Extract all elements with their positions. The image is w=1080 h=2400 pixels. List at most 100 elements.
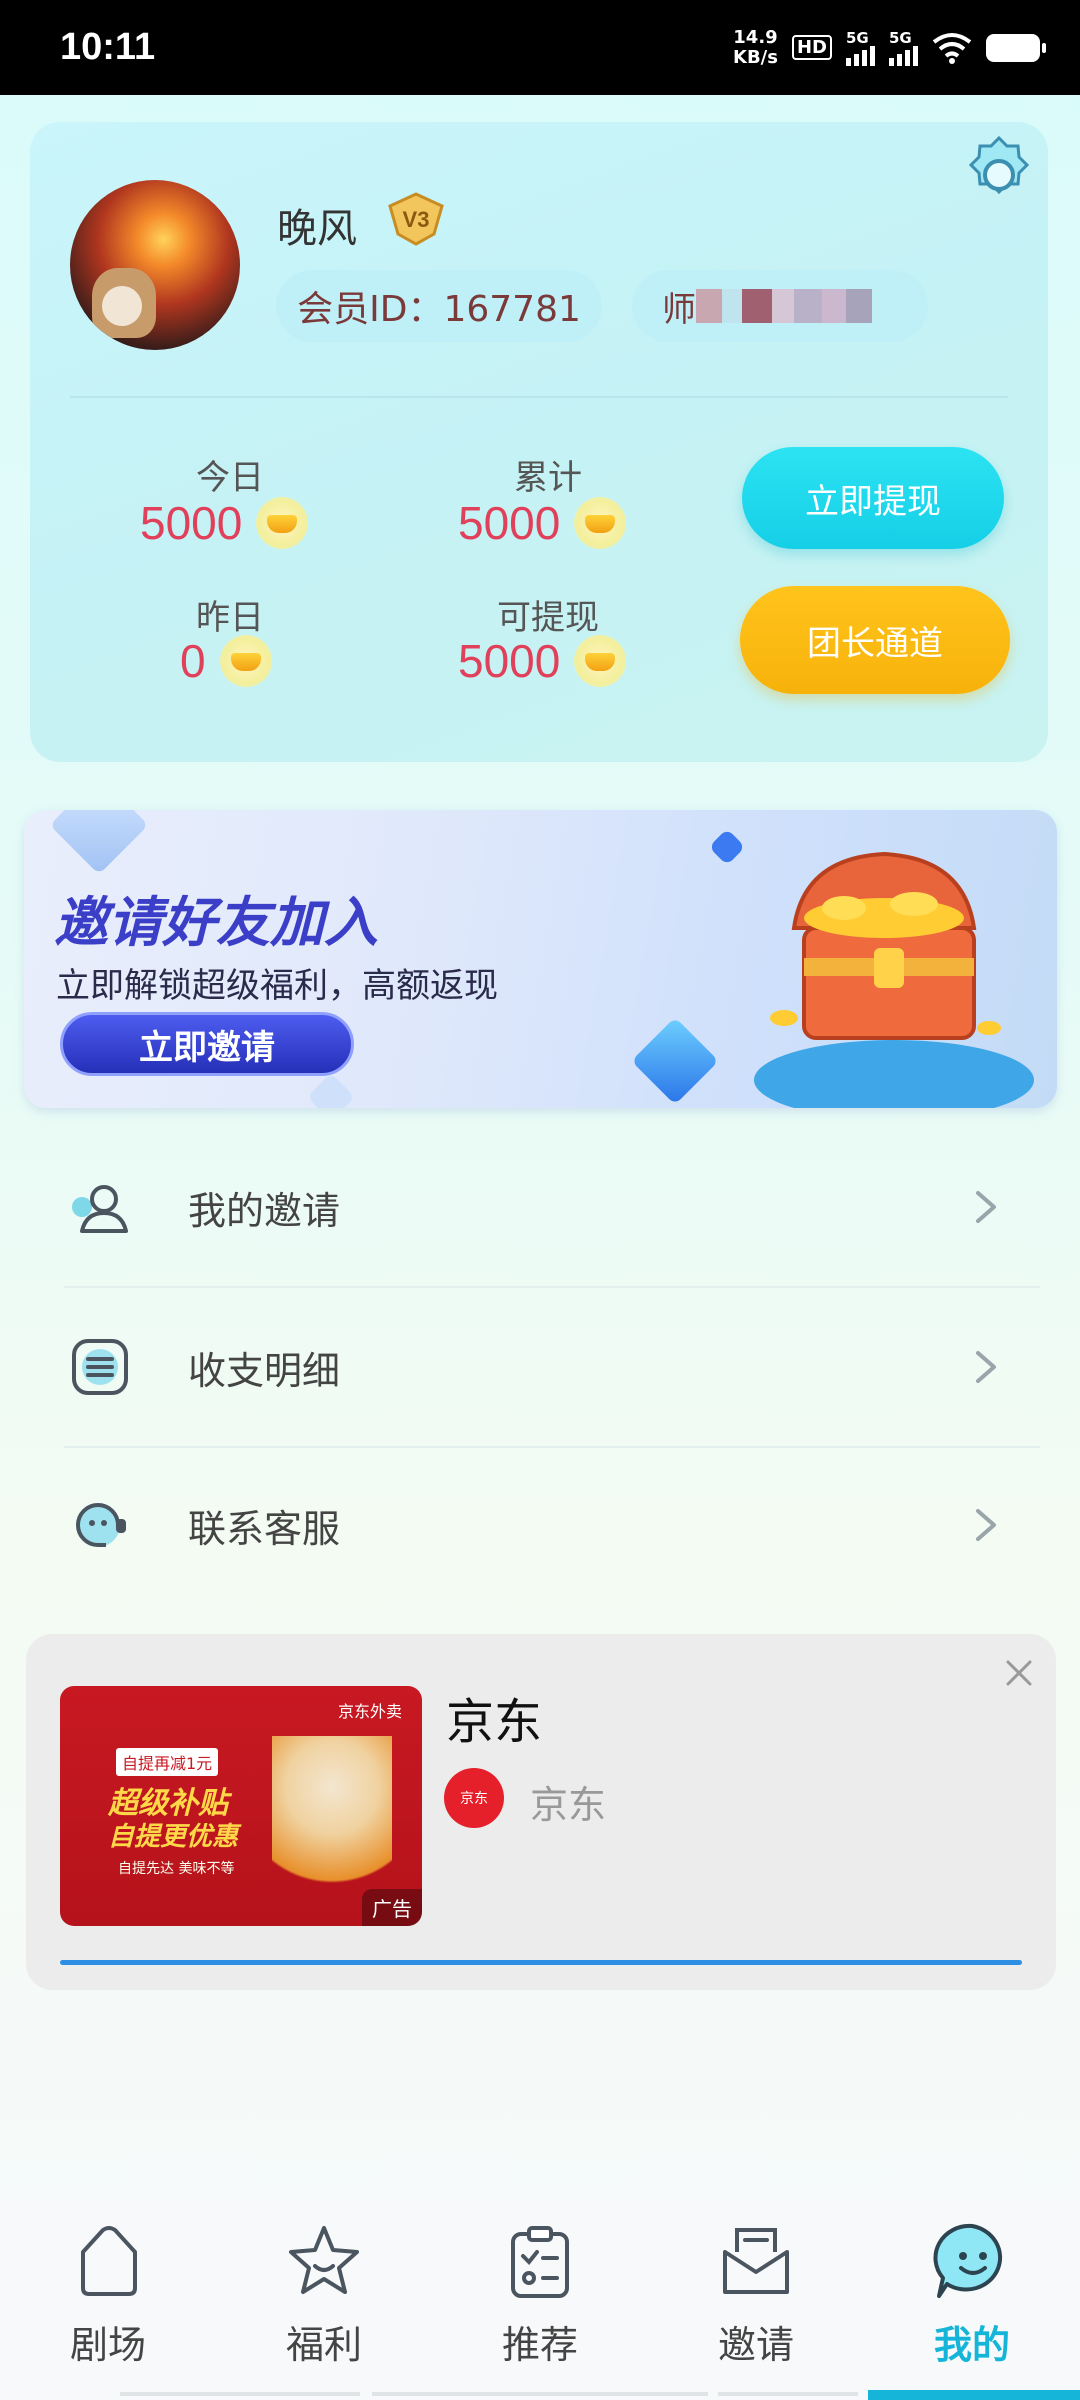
username: 晚风 — [277, 206, 357, 252]
blurred-block — [822, 289, 846, 323]
nav-label: 我的 — [933, 2323, 1010, 2367]
blurred-block — [772, 289, 794, 323]
sim2-label: 5G — [889, 28, 912, 47]
withdrawable-value-row: 5000 — [458, 634, 627, 688]
invite-now-button[interactable]: 立即邀请 — [60, 1012, 354, 1076]
nav-label: 福利 — [285, 2323, 362, 2367]
avatar[interactable] — [70, 180, 240, 350]
gold-ingot-icon — [574, 497, 627, 549]
decor-cube — [49, 810, 149, 875]
blurred-block — [794, 289, 822, 323]
decor-cube — [631, 1017, 719, 1105]
sim1-label: 5G — [846, 28, 869, 47]
decor-cube — [708, 828, 746, 866]
today-value-row: 5000 — [140, 496, 309, 550]
blurred-block — [722, 289, 742, 323]
nav-label: 推荐 — [501, 2323, 578, 2367]
today-value: 5000 — [140, 497, 243, 549]
decor-cube — [306, 1072, 356, 1108]
vip-level: V3 — [403, 207, 430, 232]
nav-tab-welfare[interactable]: 福利 — [216, 2198, 432, 2400]
gesture-bar — [120, 2390, 1080, 2400]
network-speed-value: 14.9 — [733, 26, 778, 48]
signal-icon: 5G — [846, 30, 875, 66]
blurred-block — [696, 289, 722, 323]
treasure-chest-icon — [770, 851, 1001, 1040]
mail-icon — [723, 2228, 789, 2294]
star-icon — [289, 2226, 359, 2294]
nav-tab-invite[interactable]: 邀请 — [648, 2198, 864, 2400]
nav-label: 邀请 — [717, 2323, 794, 2367]
total-value: 5000 — [458, 497, 561, 549]
blurred-block — [846, 289, 872, 323]
menu-item-income-expense[interactable]: 收支明细 — [24, 1288, 1056, 1446]
nav-tab-theater[interactable]: 剧场 — [0, 2198, 216, 2400]
withdrawable-label: 可提现 — [497, 598, 599, 638]
ad-image-headline2: 自提更优惠 — [108, 1822, 239, 1852]
invite-banner-subtitle: 立即解锁超级福利，高额返现 — [56, 966, 498, 1006]
close-icon[interactable] — [1002, 1656, 1036, 1690]
bottom-nav: 剧场 福利 推荐 邀请 我的 — [0, 2198, 1080, 2400]
profile-card: 晚风 V3 会员ID：167781 师 今日 5000 累计 5000 昨日 0… — [30, 122, 1048, 762]
vip-badge-icon: V3 — [388, 192, 444, 246]
member-id-pill: 会员ID：167781 — [276, 270, 602, 342]
menu-item-label: 收支明细 — [188, 1348, 341, 1393]
withdraw-button[interactable]: 立即提现 — [742, 447, 1004, 549]
network-speed: 14.9 KB/s — [733, 26, 778, 68]
status-time: 10:11 — [60, 26, 156, 68]
settings-gear-icon[interactable] — [956, 132, 1042, 218]
chevron-right-icon — [976, 1191, 996, 1223]
signal-icon-2: 5G — [889, 30, 918, 66]
nav-tab-recommend[interactable]: 推荐 — [432, 2198, 648, 2400]
yesterday-label: 昨日 — [196, 598, 264, 638]
ad-label: 广告 — [362, 1889, 422, 1926]
ad-brand-logo-text: 京东 — [460, 1791, 488, 1807]
withdrawable-value: 5000 — [458, 635, 561, 687]
chevron-right-icon — [976, 1351, 996, 1383]
blurred-info-pill: 师 — [632, 270, 928, 342]
hd-voice-icon: HD — [791, 35, 832, 60]
divider — [70, 396, 1008, 398]
member-id: 会员ID：167781 — [297, 289, 581, 330]
invite-banner[interactable]: 邀请好友加入 立即解锁超级福利，高额返现 立即邀请 — [24, 810, 1057, 1108]
menu-item-customer-service[interactable]: 联系客服 — [24, 1446, 1056, 1604]
ad-card[interactable]: 京东外卖 自提再减1元 超级补贴 自提更优惠 自提先达 美味不等 广告 京东 京… — [26, 1634, 1056, 1990]
total-value-row: 5000 — [458, 496, 627, 550]
total-label: 累计 — [514, 458, 582, 498]
yesterday-value-row: 0 — [180, 634, 272, 688]
wifi-icon — [932, 32, 972, 64]
menu-item-my-invites[interactable]: 我的邀请 — [24, 1128, 1056, 1286]
nav-tab-mine[interactable]: 我的 — [864, 2198, 1080, 2400]
menu-item-label: 我的邀请 — [188, 1188, 341, 1233]
battery-icon — [986, 33, 1046, 62]
ad-food-image — [272, 1736, 392, 1906]
ad-title: 京东 — [446, 1694, 543, 1750]
profile-chat-icon — [933, 2223, 1003, 2298]
status-bar: 10:11 14.9 KB/s HD 5G 5G — [0, 0, 1080, 95]
blurred-block — [742, 289, 772, 323]
network-speed-unit: KB/s — [733, 46, 778, 68]
ad-progress-bar — [60, 1960, 1022, 1965]
ad-image-small-text: 自提先达 美味不等 — [118, 1861, 235, 1877]
blurred-text: 师 — [662, 289, 696, 330]
theater-icon — [81, 2226, 137, 2296]
gold-ingot-icon — [256, 497, 309, 549]
yesterday-value: 0 — [180, 635, 206, 687]
list-icon — [72, 1339, 128, 1395]
ad-image-brand: 京东外卖 — [337, 1702, 402, 1721]
ad-image-tag: 自提再减1元 — [116, 1748, 219, 1776]
leader-channel-button[interactable]: 团长通道 — [740, 586, 1010, 694]
today-label: 今日 — [196, 458, 264, 498]
user-icon — [72, 1185, 128, 1233]
menu-item-label: 联系客服 — [188, 1506, 341, 1551]
ad-image[interactable]: 京东外卖 自提再减1元 超级补贴 自提更优惠 自提先达 美味不等 广告 — [60, 1686, 422, 1926]
chevron-right-icon — [976, 1509, 996, 1541]
status-icons: 14.9 KB/s HD 5G 5G — [733, 26, 1046, 68]
headset-icon — [76, 1503, 126, 1547]
clipboard-icon — [511, 2226, 569, 2298]
invite-banner-title: 邀请好友加入 — [54, 891, 378, 954]
nav-label: 剧场 — [69, 2323, 146, 2367]
gold-ingot-icon — [219, 635, 272, 687]
gold-ingot-icon — [574, 635, 627, 687]
jd-logo-icon: 京东 — [444, 1768, 504, 1828]
